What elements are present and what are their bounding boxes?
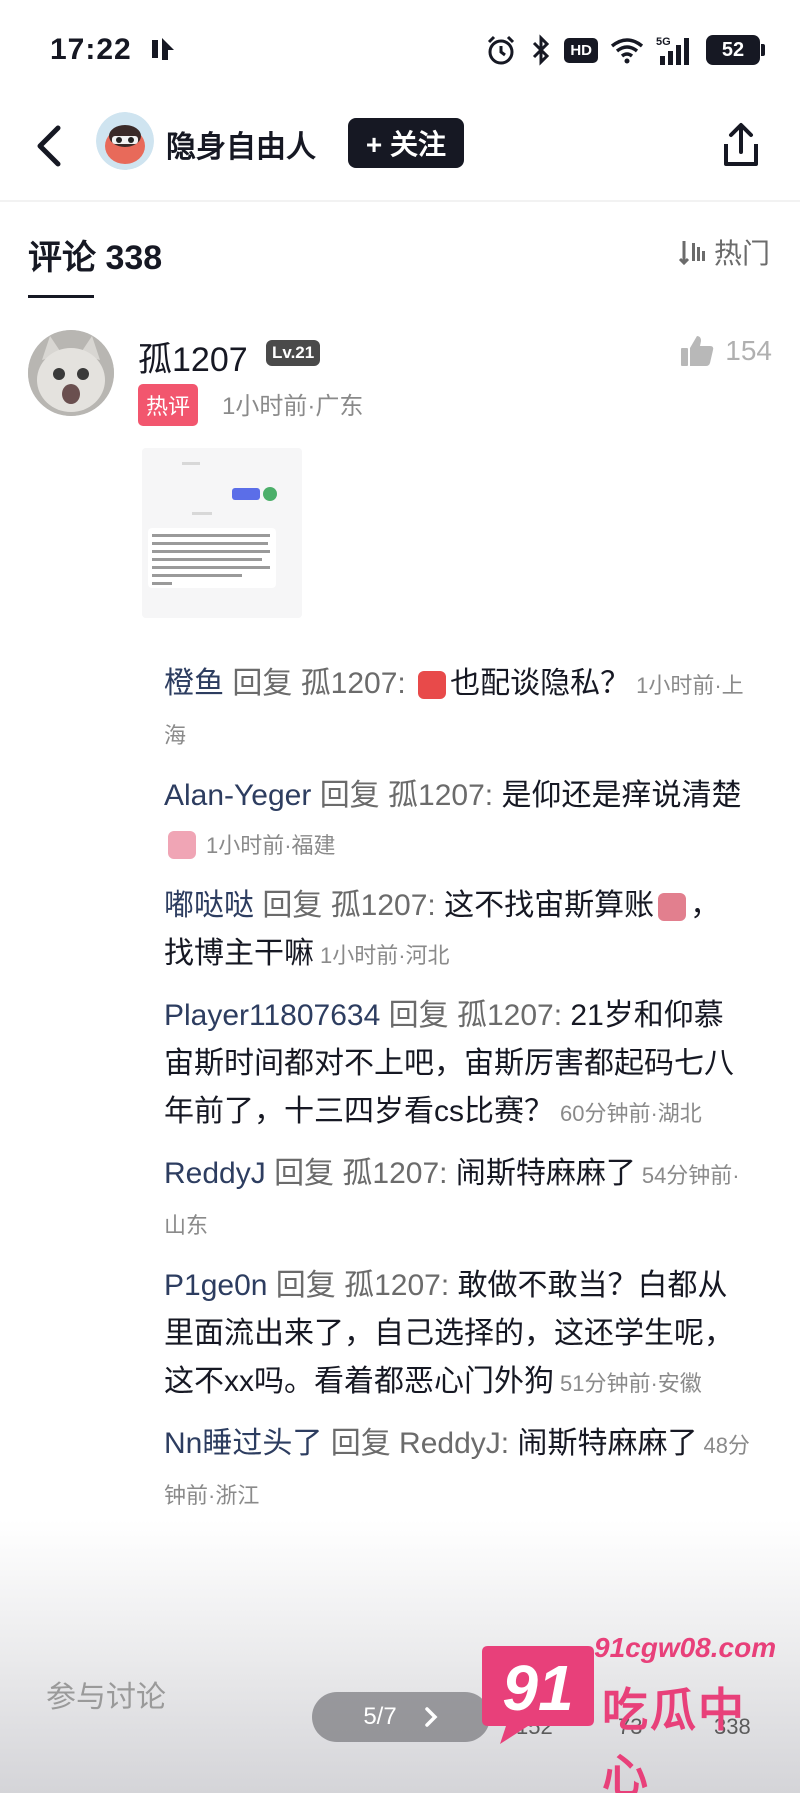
reply-username[interactable]: 嘟哒哒 [164,889,254,922]
status-icons: HD 5G 52 [484,30,765,70]
reply-item[interactable]: 橙鱼 回复 孤1207: 也配谈隐私？ 1小时前·上海 [164,660,750,760]
network-label: 5G [656,36,671,48]
reply-verb: 回复 [330,1427,391,1460]
reply-target[interactable]: 孤1207: [344,1269,449,1302]
comment-like-button[interactable]: 154 [679,334,772,368]
emoji-icon [658,893,687,922]
comment-input[interactable]: 参与讨论 [46,1672,296,1716]
emoji-icon [418,671,447,700]
author-avatar[interactable] [96,112,154,170]
sort-label: 热门 [713,238,770,269]
comment-like-count: 154 [725,335,772,366]
alarm-icon [488,35,515,65]
sort-control[interactable]: 热门 [678,232,770,272]
reply-username[interactable]: Alan-Yeger [164,779,311,812]
reply-item[interactable]: Nn睡过头了 回复 ReddyJ: 闹斯特麻麻了 48分钟前·浙江 [164,1420,750,1520]
status-time: 17:22 [50,33,132,66]
watermark-logo-icon: 91 [482,1646,594,1744]
reply-target[interactable]: 孤1207: [331,889,436,922]
signal-icon: 5G [656,36,689,65]
wifi-icon [610,38,644,64]
reply-verb: 回复 [319,779,380,812]
share-icon[interactable] [716,120,766,170]
reply-username[interactable]: Player11807634 [164,999,380,1032]
cat-avatar-image [28,330,114,416]
watermark-title: 吃瓜中心 [602,1684,746,1793]
reply-meta: 1小时前·福建 [206,833,336,858]
reply-target[interactable]: 孤1207: [388,779,493,812]
reply-text: 闹斯特麻麻了 [517,1427,698,1460]
reply-username[interactable]: 橙鱼 [164,667,224,700]
emoji-icon [168,831,196,860]
reply-username[interactable]: P1ge0n [164,1269,267,1302]
header-divider [0,200,800,202]
header: 隐身自由人 + 关注 [0,100,800,210]
status-bar: 17:22 HD 5G 52 [0,0,800,100]
app-notification-icon [152,38,174,60]
hot-comment-badge: 热评 [138,384,199,426]
comment-screenshot-image[interactable] [142,448,302,618]
reply-meta: 1小时前·河北 [320,943,450,968]
hd-badge: HD [564,37,598,63]
reply-text: 这不找宙斯算账 [444,889,655,922]
pager-label: 5/7 [363,1703,397,1730]
image-pager[interactable]: 5/7 [312,1692,490,1742]
reply-target[interactable]: 孤1207: [342,1157,447,1190]
reply-target[interactable]: ReddyJ: [399,1427,509,1460]
comments-title: 评论 338 [28,239,163,277]
reply-item[interactable]: ReddyJ 回复 孤1207: 闹斯特麻麻了 54分钟前·山东 [164,1150,750,1250]
reply-meta: 60分钟前·湖北 [560,1101,702,1126]
reply-verb: 回复 [275,1269,336,1302]
back-arrow-icon[interactable] [26,118,74,174]
sort-icon [678,241,705,266]
reply-text: 闹斯特麻麻了 [455,1157,636,1190]
reply-verb: 回复 [232,667,293,700]
comments-tab-underline [28,295,94,298]
author-avatar-image [96,112,154,170]
reply-username[interactable]: ReddyJ [164,1157,266,1190]
watermark-logo-text: 91 [502,1652,573,1724]
site-watermark: 91 91cgw08.com 吃瓜中心 [478,1618,778,1793]
author-name[interactable]: 隐身自由人 [166,122,316,166]
chat-screenshot-thumbnail [142,448,302,618]
thumbs-up-icon [681,336,714,366]
reply-item[interactable]: Alan-Yeger 回复 孤1207: 是仰还是痒说清楚 1小时前·福建 [164,772,750,870]
reply-target[interactable]: 孤1207: [457,999,562,1032]
reply-verb: 回复 [262,889,323,922]
replies-list: 橙鱼 回复 孤1207: 也配谈隐私？ 1小时前·上海 Alan-Yeger 回复 … [164,660,750,1532]
reply-verb: 回复 [388,999,449,1032]
reply-text-after: 也配谈隐私？ [450,667,631,700]
reply-meta: 51分钟前·安徽 [560,1371,702,1396]
chevron-right-icon [424,1707,438,1727]
reply-item[interactable]: P1ge0n 回复 孤1207: 敢做不敢当？白都从里面流出来了，自己选择的，这… [164,1262,750,1408]
comment-username[interactable]: 孤1207 [138,332,248,381]
reply-username[interactable]: Nn睡过头了 [164,1427,322,1460]
watermark-url: 91cgw08.com [594,1632,777,1663]
reply-verb: 回复 [274,1157,335,1190]
bluetooth-icon [533,34,550,66]
reply-target[interactable]: 孤1207: [301,667,406,700]
commenter-avatar[interactable] [28,330,114,416]
battery-indicator: 52 [706,35,765,65]
follow-button[interactable]: + 关注 [348,118,464,168]
level-badge: Lv.21 [266,340,321,366]
reply-item[interactable]: 嘟哒哒 回复 孤1207: 这不找宙斯算账 ，找博主干嘛 1小时前·河北 [164,882,750,980]
reply-text: 是仰还是痒说清楚 [501,779,742,812]
comment-meta: 1小时前·广东 [222,393,364,420]
reply-item[interactable]: Player11807634 回复 孤1207: 21岁和仰慕宙斯时间都对不上吧… [164,992,750,1138]
